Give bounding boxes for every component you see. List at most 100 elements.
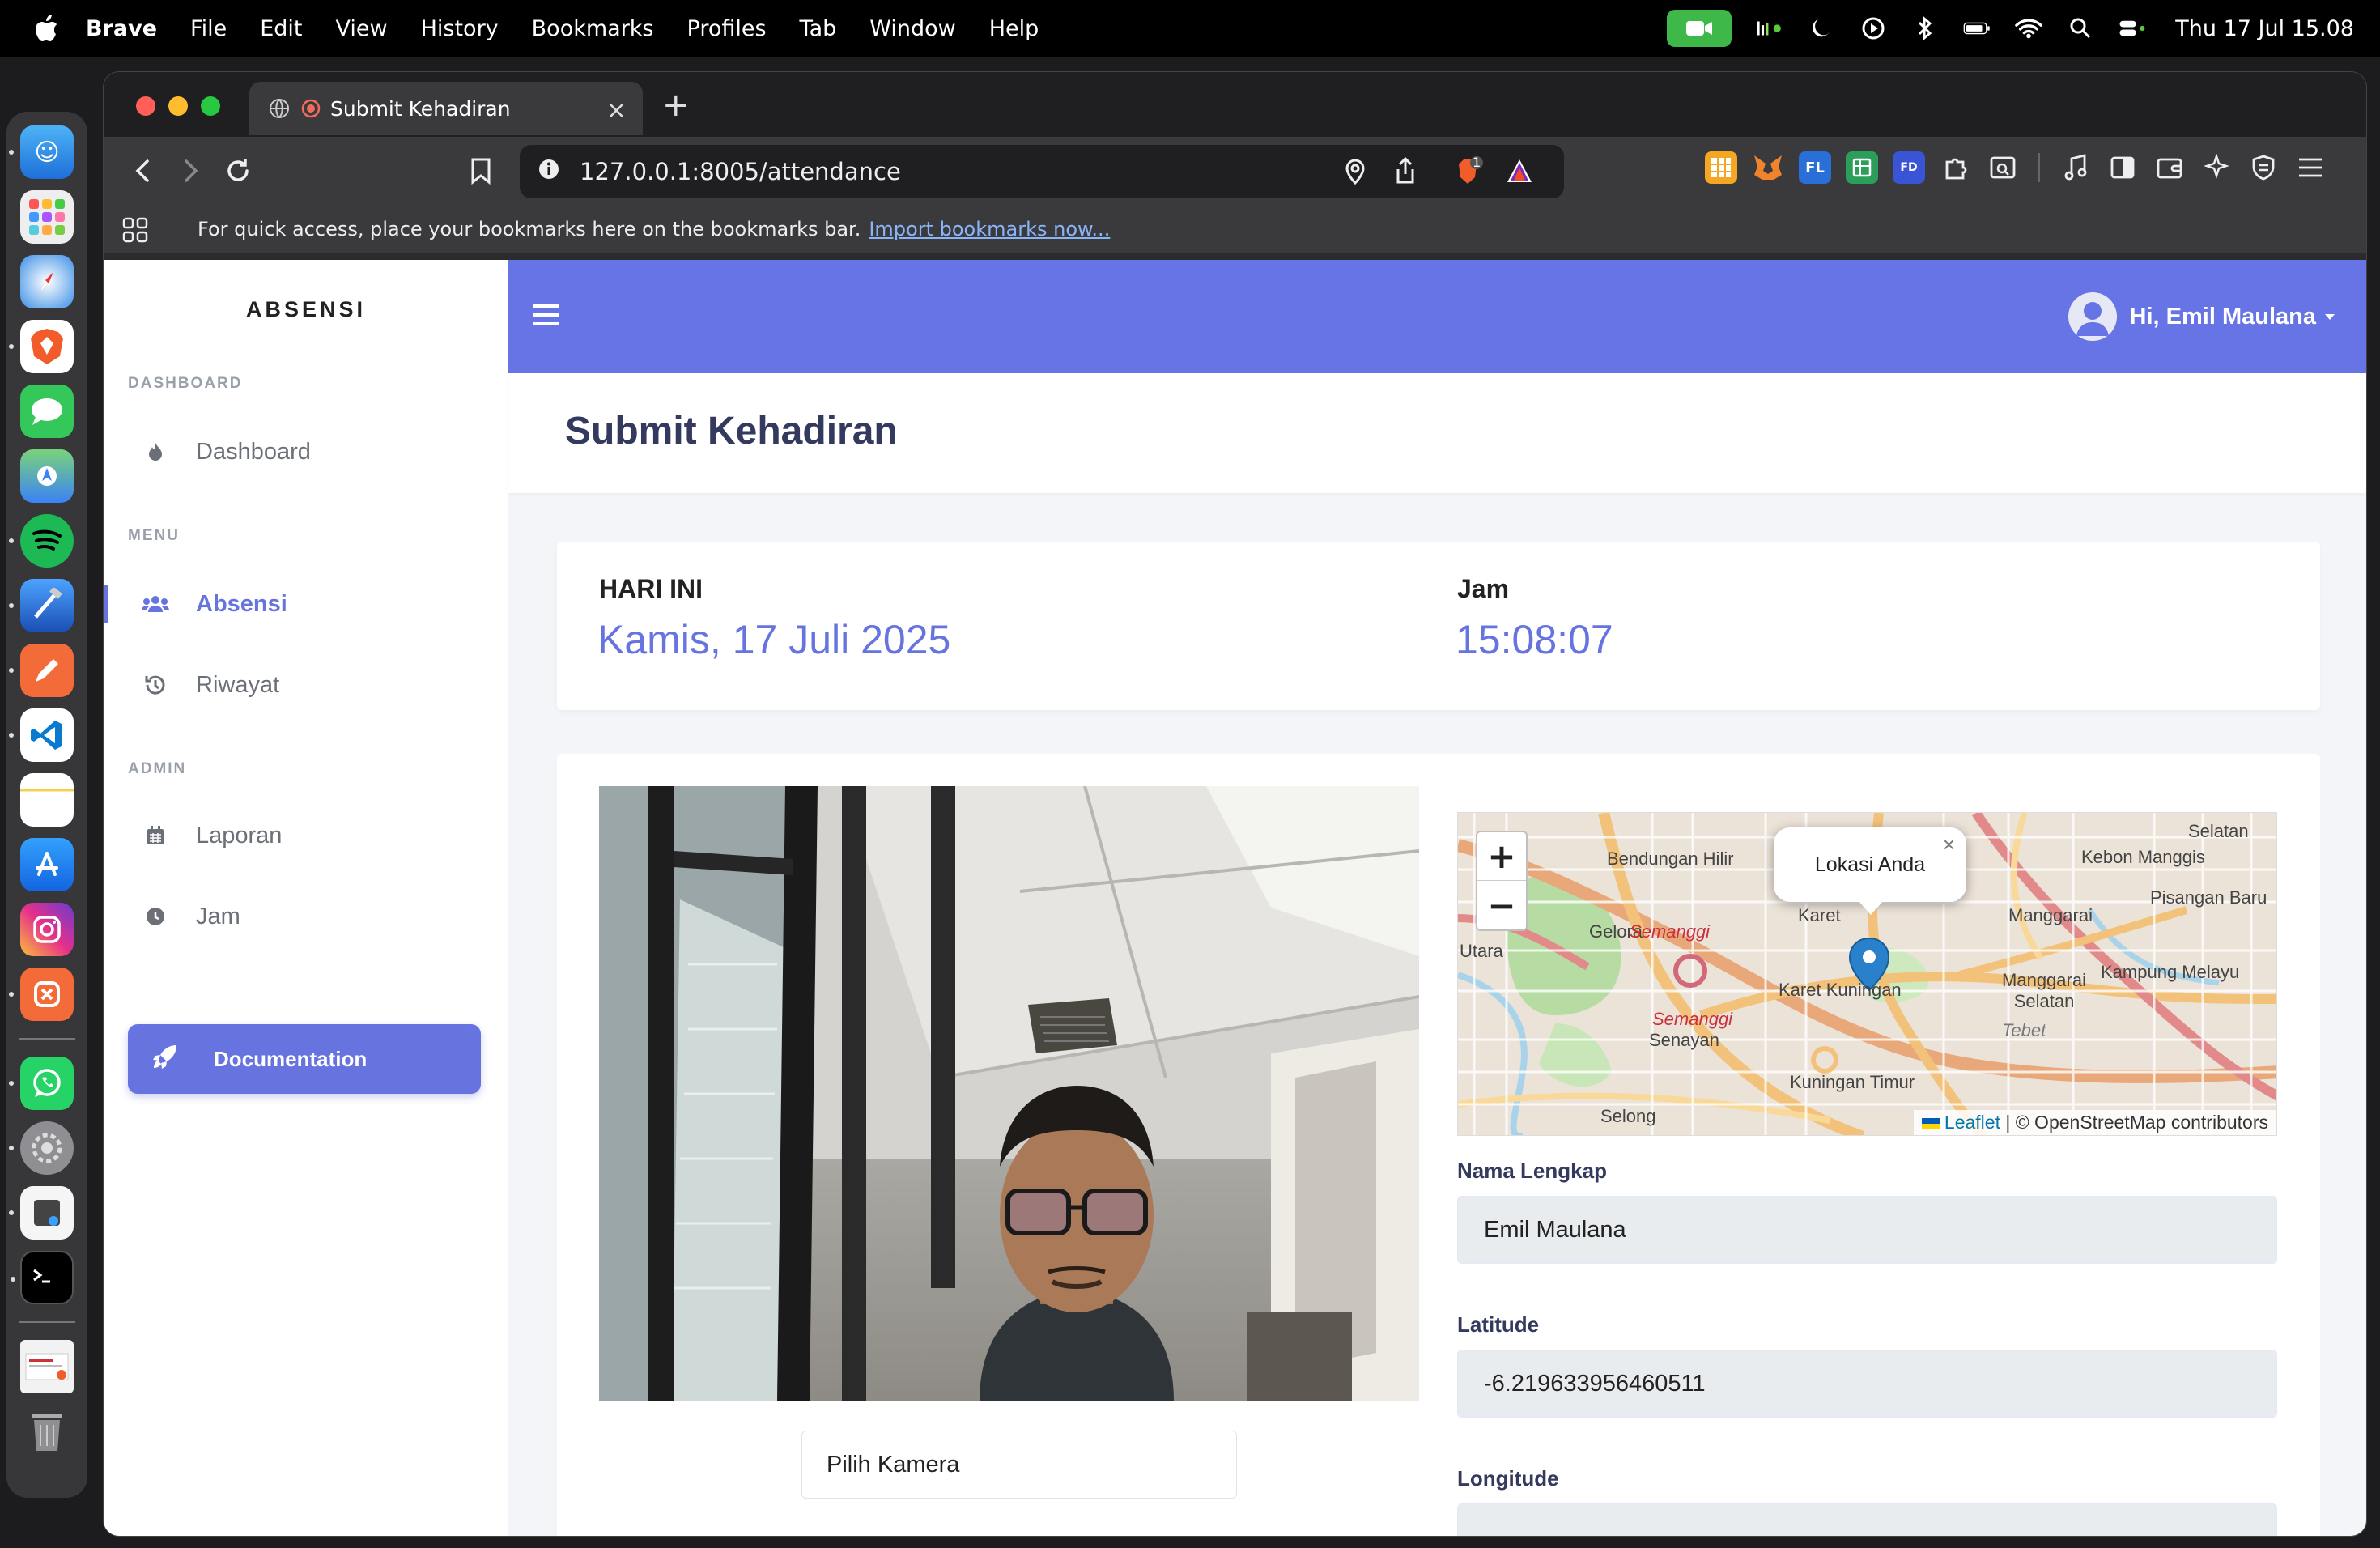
menu-bookmarks[interactable]: Bookmarks (532, 16, 654, 41)
site-info-icon[interactable] (538, 158, 560, 186)
spotlight-search-icon[interactable] (2067, 15, 2094, 42)
bookmark-icon[interactable] (463, 153, 499, 189)
play-circle-icon[interactable] (1859, 15, 1887, 42)
sidebar-toggle-hamburger-icon[interactable] (531, 302, 560, 331)
minimize-window-button[interactable] (168, 96, 188, 116)
share-icon[interactable] (1394, 156, 1417, 191)
sidebar-item-laporan[interactable]: Laporan (104, 807, 508, 864)
instagram-icon[interactable] (20, 903, 74, 956)
import-bookmarks-link[interactable]: Import bookmarks now... (869, 218, 1110, 240)
sidebar-brand[interactable]: ABSENSI (104, 297, 508, 322)
map-attribution: Leaflet | © OpenStreetMap contributors (1913, 1110, 2276, 1135)
music-note-icon[interactable] (2059, 151, 2092, 184)
web-page: ABSENSI DASHBOARD Dashboard MENU Absensi (104, 260, 2366, 1536)
user-menu[interactable]: Hi, Emil Maulana (2068, 292, 2335, 341)
menubar-clock[interactable]: Thu 17 Jul 15.08 (2175, 16, 2354, 41)
top-navbar: Hi, Emil Maulana (508, 260, 2366, 373)
menu-profiles[interactable]: Profiles (687, 16, 767, 41)
brave-shields-icon[interactable]: 1 (1451, 155, 1485, 194)
fl-extension-icon[interactable]: FL (1799, 151, 1831, 184)
new-tab-button[interactable]: + (662, 87, 690, 124)
grid-extension-icon[interactable] (1705, 151, 1737, 184)
menu-file[interactable]: File (190, 16, 227, 41)
finder-icon[interactable]: ☺ (9, 125, 74, 179)
system-settings-icon[interactable] (9, 1121, 74, 1175)
apple-menu-icon[interactable] (32, 12, 62, 45)
app-store-icon[interactable] (20, 838, 74, 891)
xcode-icon[interactable] (9, 579, 74, 632)
menu-edit[interactable]: Edit (260, 16, 302, 41)
leaflet-link[interactable]: Leaflet (1944, 1112, 2000, 1133)
longitude-field[interactable] (1457, 1503, 2277, 1536)
wallet-icon[interactable] (2153, 151, 2186, 184)
zoom-in-button[interactable]: + (1477, 832, 1526, 881)
location-pin-icon[interactable] (1344, 158, 1366, 191)
activity-monitor-icon[interactable] (1756, 15, 1783, 42)
osm-attribution[interactable]: | © OpenStreetMap contributors (2005, 1112, 2268, 1133)
launchpad-icon[interactable] (20, 190, 74, 244)
brave-rewards-icon[interactable] (1506, 158, 1533, 189)
menu-tab[interactable]: Tab (800, 16, 837, 41)
preview-photo-icon[interactable] (9, 1186, 74, 1240)
maps-icon[interactable] (20, 449, 74, 503)
close-window-button[interactable] (136, 96, 155, 116)
whatsapp-icon[interactable] (9, 1057, 74, 1110)
fd-extension-icon[interactable]: FD (1893, 151, 1925, 184)
map-label-selong: Selong (1600, 1106, 1656, 1126)
reload-icon[interactable] (220, 153, 256, 189)
apps-grid-icon[interactable] (121, 216, 149, 249)
sidebar-item-absensi[interactable]: Absensi (104, 576, 508, 632)
hamburger-menu-icon[interactable] (2294, 151, 2327, 184)
name-field[interactable]: Emil Maulana (1457, 1196, 2277, 1264)
sheet-extension-icon[interactable] (1846, 151, 1878, 184)
forward-icon[interactable] (173, 153, 209, 189)
leo-ai-icon[interactable] (2200, 151, 2233, 184)
zoom-out-button[interactable]: − (1477, 881, 1526, 929)
close-tab-icon[interactable]: × (606, 96, 627, 125)
map-label-tebet: Tebet (2002, 1020, 2046, 1040)
sidebar-item-riwayat[interactable]: Riwayat (104, 657, 508, 713)
tab-submit-kehadiran[interactable]: Submit Kehadiran × (249, 82, 643, 135)
address-bar[interactable]: 127.0.0.1:8005/attendance 1 (520, 145, 1564, 198)
sidebar-item-dashboard[interactable]: Dashboard (104, 423, 508, 480)
menu-window[interactable]: Window (869, 16, 955, 41)
back-icon[interactable] (125, 153, 160, 189)
menu-help[interactable]: Help (989, 16, 1039, 41)
map-label-manggarai-selatan: Manggarai Selatan (2002, 970, 2086, 1011)
moon-icon[interactable] (1808, 15, 1835, 42)
video-camera-icon[interactable] (1667, 10, 1732, 47)
menu-view[interactable]: View (336, 16, 388, 41)
wifi-icon[interactable] (2015, 15, 2043, 42)
sidebar-toggle-icon[interactable] (2106, 151, 2139, 184)
menu-history[interactable]: History (421, 16, 499, 41)
vscode-icon[interactable] (9, 708, 74, 762)
camera-select[interactable]: Pilih Kamera (801, 1431, 1237, 1499)
trash-icon[interactable] (20, 1405, 74, 1458)
popup-close-icon[interactable]: × (1943, 832, 1955, 857)
brave-browser-icon[interactable] (9, 320, 74, 373)
terminal-icon[interactable] (11, 1251, 74, 1304)
attendance-card: Pilih Kamera Bendungan Hilir Gelora Sema… (557, 754, 2320, 1536)
battery-icon[interactable] (1963, 15, 1991, 42)
name-label: Nama Lengkap (1457, 1159, 1607, 1183)
bluetooth-icon[interactable] (1911, 15, 1939, 42)
spotify-icon[interactable] (9, 514, 74, 568)
vpn-shield-icon[interactable] (2247, 151, 2280, 184)
notes-icon[interactable] (20, 773, 74, 827)
search-window-icon[interactable] (1987, 151, 2019, 184)
control-center-icon[interactable] (2119, 15, 2146, 42)
recent-document-icon[interactable] (20, 1340, 74, 1393)
pencil-app-icon[interactable] (9, 644, 74, 697)
location-map[interactable]: Bendungan Hilir Gelora Semanggi Karet Ka… (1457, 812, 2277, 1136)
documentation-button[interactable]: Documentation (128, 1024, 481, 1094)
xampp-icon[interactable] (9, 968, 74, 1021)
messages-icon[interactable] (20, 385, 74, 438)
url-text[interactable]: 127.0.0.1:8005/attendance (580, 158, 901, 185)
safari-icon[interactable] (20, 255, 74, 308)
metamask-fox-icon[interactable] (1752, 151, 1784, 184)
maximize-window-button[interactable] (201, 96, 220, 116)
menu-app-name[interactable]: Brave (86, 16, 157, 41)
puzzle-extensions-icon[interactable] (1940, 151, 1972, 184)
sidebar-item-jam[interactable]: Jam (104, 888, 508, 945)
latitude-field[interactable]: -6.219633956460511 (1457, 1350, 2277, 1418)
